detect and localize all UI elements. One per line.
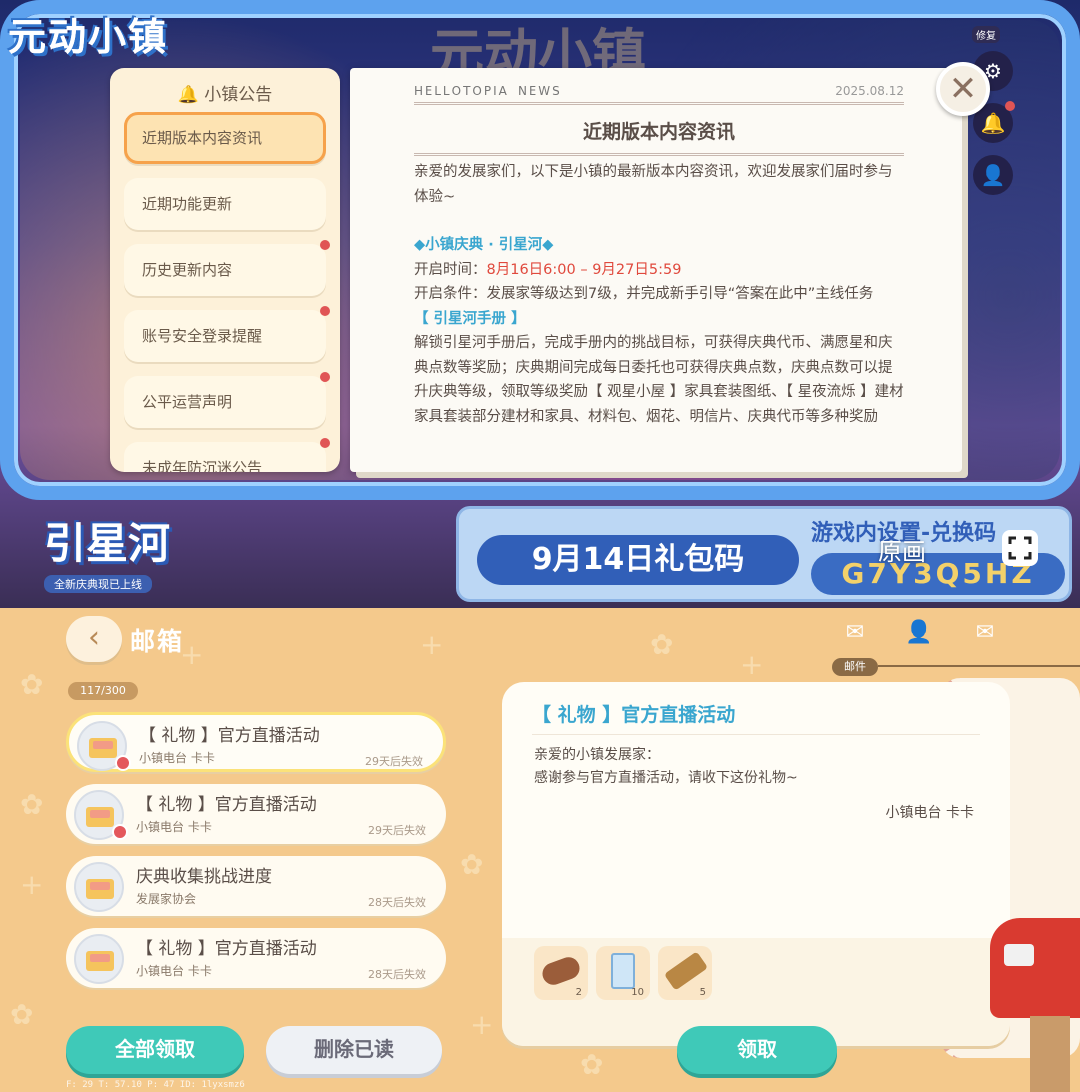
mail-detail-panel: 【 礼物 】官方直播活动 亲爱的小镇发展家： 感谢参与官方直播活动，请收下这份礼… bbox=[502, 682, 1010, 1046]
menu-item-feature-update[interactable]: 近期功能更新 bbox=[124, 178, 326, 230]
repair-button[interactable]: 修复 bbox=[972, 26, 1000, 43]
handbook-detail: 解锁引星河手册后，完成手册内的挑战目标，可获得庆典代币、满愿星和庆典点数等奖励；… bbox=[414, 335, 904, 425]
unread-dot bbox=[320, 438, 330, 448]
mailbox-slot bbox=[1004, 944, 1034, 966]
mail-list[interactable]: 【 礼物 】官方直播活动 小镇电台 卡卡 29天后失效 【 礼物 】官方直播活动… bbox=[66, 712, 446, 1006]
mail-avatar bbox=[74, 934, 124, 984]
mail-list-item[interactable]: 庆典收集挑战进度 发展家协会 28天后失效 bbox=[66, 856, 446, 916]
section-heading: ◆小镇庆典 · 引星河◆ bbox=[414, 237, 554, 253]
mail-detail-title: 【 礼物 】官方直播活动 bbox=[532, 704, 736, 726]
unread-dot bbox=[320, 306, 330, 316]
event-banner-subtitle: 全新庆典现已上线 bbox=[44, 575, 152, 593]
mail-count-badge: 117/300 bbox=[68, 682, 138, 700]
mailbox-screenshot: ✿+✿ +✿+ ✿+✿ +✿✿ ‹ 邮箱 ✉ 👤 ✉ 邮件 117/300 【 … bbox=[0, 608, 1080, 1092]
envelope-icon bbox=[86, 951, 114, 971]
mail-tab-icon[interactable]: ✉ bbox=[840, 620, 870, 646]
delete-read-button[interactable]: 删除已读 bbox=[266, 1026, 442, 1074]
envelope-icon bbox=[89, 738, 117, 758]
original-art-label: 原画 bbox=[878, 538, 926, 566]
side-icon-column: 修复 ⚙ 🔔 👤 bbox=[968, 24, 1018, 207]
bell-icon: 🔔 bbox=[177, 85, 199, 105]
open-condition: 开启条件：发展家等级达到7级，并完成新手引导“答案在此中”主线任务 bbox=[414, 286, 874, 302]
paper-header: ꓧЕꓡꓡꓳꓔꓳꓑꓲꓮ ꓠЕꓪꓢ 2025.08.12 bbox=[414, 84, 904, 98]
mailbox-decoration bbox=[990, 918, 1080, 1018]
mailbox-post bbox=[1030, 1016, 1070, 1092]
announcement-screenshot: 元动小镇 元动小镇 修复 ⚙ 🔔 👤 🔔 小镇公告 近期版本内容资讯 近期功能更… bbox=[0, 0, 1080, 608]
mail-subject: 【 礼物 】官方直播活动 bbox=[139, 726, 320, 746]
notification-dot bbox=[1005, 101, 1015, 111]
announcement-paper: ꓧЕꓡꓡꓳꓔꓳꓑꓲꓮ ꓠЕꓪꓢ 2025.08.12 近期版本内容资讯 亲爱的发… bbox=[350, 68, 962, 472]
mail-subject: 【 礼物 】官方直播活动 bbox=[136, 939, 317, 959]
game-logo: 元动小镇 bbox=[8, 15, 169, 59]
mail-subject: 【 礼物 】官方直播活动 bbox=[136, 795, 317, 815]
mail-detail-body: 亲爱的小镇发展家： 感谢参与官方直播活动，请收下这份礼物~ bbox=[534, 744, 974, 790]
paper-title: 近期版本内容资讯 bbox=[414, 102, 904, 156]
mail-list-item[interactable]: 【 礼物 】官方直播活动 小镇电台 卡卡 29天后失效 bbox=[66, 784, 446, 844]
attachment-quantity: 10 bbox=[631, 987, 644, 998]
menu-item-anti-addiction[interactable]: 未成年防沉迷公告 bbox=[124, 438, 330, 472]
tab-underline bbox=[878, 665, 1080, 667]
mail-sender: 小镇电台 卡卡 bbox=[136, 820, 212, 834]
unread-dot bbox=[320, 372, 330, 382]
mail-message: 感谢参与官方直播活动，请收下这份礼物~ bbox=[534, 770, 798, 786]
gift-code-date: 9月14日礼包码 bbox=[477, 535, 799, 585]
paper-date: 2025.08.12 bbox=[835, 84, 904, 98]
friend-add-icon[interactable]: 👤 bbox=[904, 620, 934, 646]
attachment-wood-log[interactable]: 2 bbox=[534, 946, 588, 1000]
tab-mail[interactable]: 邮件 bbox=[832, 658, 878, 676]
menu-item-recent-version[interactable]: 近期版本内容资讯 bbox=[124, 112, 326, 164]
mail-greeting: 亲爱的小镇发展家： bbox=[534, 747, 660, 763]
gift-badge-icon bbox=[115, 755, 131, 771]
envelope-icon bbox=[86, 807, 114, 827]
mail-avatar bbox=[77, 721, 131, 771]
open-time-line: 开启时间：8月16日6:00 – 9月27日5:59 bbox=[414, 261, 682, 278]
envelope-icon bbox=[86, 879, 114, 899]
claim-button[interactable]: 领取 bbox=[677, 1026, 837, 1074]
notice-menu-title: 🔔 小镇公告 bbox=[110, 68, 340, 112]
attachment-milk[interactable]: 10 bbox=[596, 946, 650, 1000]
gift-code-banner: 9月14日礼包码 游戏内设置-兑换码 G7Y3Q5HZ bbox=[456, 506, 1072, 602]
mail-expiry: 28天后失效 bbox=[368, 968, 426, 981]
mail-sender: 小镇电台 卡卡 bbox=[136, 964, 212, 978]
expand-icon[interactable] bbox=[1002, 530, 1038, 566]
notice-menu-panel: 🔔 小镇公告 近期版本内容资讯 近期功能更新 历史更新内容 账号安全登录提醒 公… bbox=[110, 68, 340, 472]
menu-item-fair-operation[interactable]: 公平运营声明 bbox=[124, 372, 330, 428]
mail-sender: 小镇电台 卡卡 bbox=[139, 751, 215, 765]
mail-expiry: 28天后失效 bbox=[368, 896, 426, 909]
section-heading-handbook: 【 引星河手册 】 bbox=[414, 310, 526, 327]
unread-dot bbox=[320, 240, 330, 250]
wood-log-icon bbox=[539, 954, 583, 988]
event-banner-title: 引星河 bbox=[44, 519, 171, 568]
milk-carton-icon bbox=[611, 953, 635, 989]
mail-list-item[interactable]: 【 礼物 】官方直播活动 小镇电台 卡卡 28天后失效 bbox=[66, 928, 446, 988]
attachment-quantity: 5 bbox=[699, 987, 706, 998]
paper-intro: 亲爱的发展家们，以下是小镇的最新版本内容资讯，欢迎发展家们届时参与体验~ bbox=[414, 164, 893, 205]
profile-icon[interactable]: 👤 bbox=[973, 155, 1013, 195]
divider bbox=[532, 734, 980, 735]
mail-sender: 发展家协会 bbox=[136, 892, 197, 906]
notice-menu-title-text: 小镇公告 bbox=[204, 85, 273, 105]
wood-plank-icon bbox=[663, 951, 709, 991]
back-button[interactable]: ‹ bbox=[66, 616, 122, 662]
menu-item-history[interactable]: 历史更新内容 bbox=[124, 240, 330, 296]
paper-deco-header: ꓧЕꓡꓡꓳꓔꓳꓑꓲꓮ ꓠЕꓪꓢ bbox=[414, 84, 562, 98]
paper-body[interactable]: 亲爱的发展家们，以下是小镇的最新版本内容资讯，欢迎发展家们届时参与体验~ ◆小镇… bbox=[414, 160, 904, 429]
mail-signature: 小镇电台 卡卡 bbox=[885, 805, 974, 821]
mail-expiry: 29天后失效 bbox=[365, 755, 423, 768]
attachment-wood-plank[interactable]: 5 bbox=[658, 946, 712, 1000]
mail-expiry: 29天后失效 bbox=[368, 824, 426, 837]
mail-avatar bbox=[74, 862, 124, 912]
mail-list-item[interactable]: 【 礼物 】官方直播活动 小镇电台 卡卡 29天后失效 bbox=[66, 712, 446, 772]
close-button[interactable]: ✕ bbox=[936, 62, 990, 116]
mail-avatar bbox=[74, 790, 128, 840]
mail-star-icon[interactable]: ✉ bbox=[970, 620, 1000, 646]
event-banner-left: 引星河 全新庆典现已上线 bbox=[44, 510, 234, 600]
attachment-quantity: 2 bbox=[575, 987, 582, 998]
page-title: 邮箱 bbox=[130, 627, 185, 656]
claim-all-button[interactable]: 全部领取 bbox=[66, 1026, 244, 1074]
menu-item-account-security[interactable]: 账号安全登录提醒 bbox=[124, 306, 330, 362]
debug-overlay: F: 29 T: 57.10 P: 47 ID: 1lyxsmz6 bbox=[66, 1080, 245, 1090]
gift-badge-icon bbox=[112, 824, 128, 840]
mail-subject: 庆典收集挑战进度 bbox=[136, 867, 272, 887]
